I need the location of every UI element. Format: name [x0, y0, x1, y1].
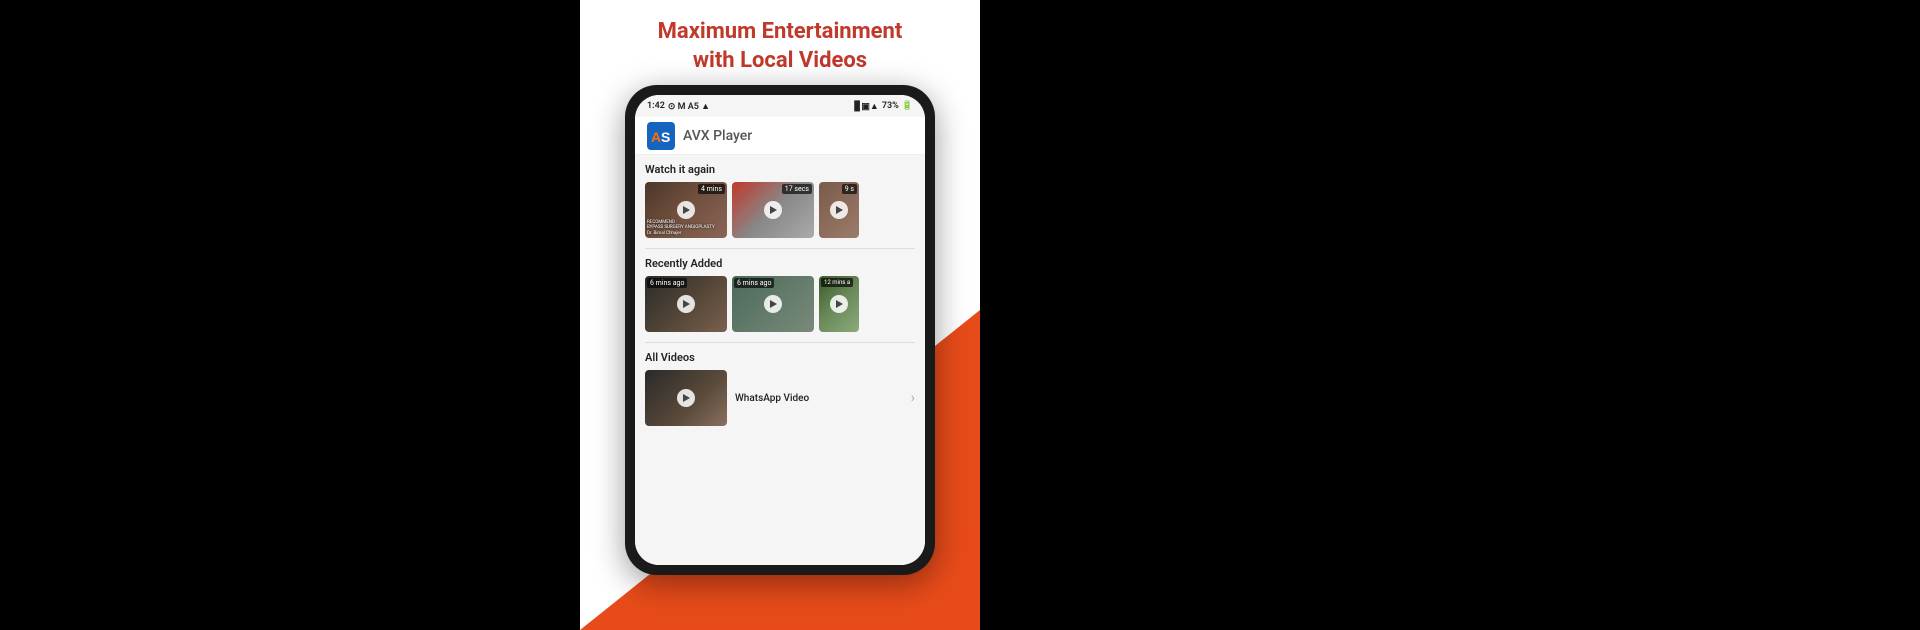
app-logo: A S — [647, 122, 675, 150]
watch-again-video-2[interactable]: 17 secs — [732, 182, 814, 238]
recently-added-row: 6 mins ago 6 mins ago 12 min — [645, 276, 915, 332]
video-arrow-1[interactable]: › — [911, 390, 915, 406]
app-name: AVX Player — [683, 128, 752, 144]
divider-1 — [645, 248, 915, 249]
duration-badge-1: 4 mins — [698, 184, 725, 194]
time-badge-5: 6 mins ago — [734, 278, 774, 288]
center-panel: Maximum Entertainment with Local Videos … — [580, 0, 980, 630]
play-button-6[interactable] — [830, 295, 848, 313]
thumb-text-1: RECOMMEND BYPASS SURGERY ANGIOPLASTY Dr.… — [647, 220, 725, 236]
phone-screen: 1:42 ⊙ M A5 ▲ ▊▣▲ 73% 🔋 A S — [635, 95, 925, 565]
status-left: 1:42 ⊙ M A5 ▲ — [647, 101, 710, 112]
headline-line2: with Local Videos — [658, 47, 903, 76]
all-video-thumb-1[interactable] — [645, 370, 727, 426]
signal-icon: ▊▣▲ — [855, 101, 879, 112]
battery-pct: 73% — [882, 101, 899, 111]
headline: Maximum Entertainment with Local Videos — [638, 0, 923, 85]
status-right: ▊▣▲ 73% 🔋 — [855, 101, 914, 112]
all-videos-row[interactable]: WhatsApp Video › — [645, 370, 915, 426]
play-icon-3 — [836, 206, 843, 214]
all-videos-title: All Videos — [645, 351, 915, 364]
play-button-4[interactable] — [677, 295, 695, 313]
divider-2 — [645, 342, 915, 343]
battery-icon: 🔋 — [902, 101, 913, 111]
play-button-2[interactable] — [764, 201, 782, 219]
play-button-5[interactable] — [764, 295, 782, 313]
time-badge-4: 6 mins ago — [647, 278, 687, 288]
time-badge-6: 12 mins a — [821, 278, 853, 287]
watch-again-video-1[interactable]: RECOMMEND BYPASS SURGERY ANGIOPLASTY Dr.… — [645, 182, 727, 238]
recently-added-title: Recently Added — [645, 257, 915, 270]
play-icon-6 — [836, 300, 843, 308]
left-panel — [0, 0, 580, 630]
play-icon-1 — [683, 206, 690, 214]
app-header: A S AVX Player — [635, 117, 925, 155]
play-icon-2 — [770, 206, 777, 214]
video-info-1: WhatsApp Video — [735, 393, 903, 404]
play-icon-7 — [683, 394, 690, 402]
play-icon-5 — [770, 300, 777, 308]
play-button-7[interactable] — [677, 389, 695, 407]
recently-added-video-1[interactable]: 6 mins ago — [645, 276, 727, 332]
time: 1:42 — [647, 101, 665, 111]
play-icon-4 — [683, 300, 690, 308]
watch-again-video-3[interactable]: 9 s — [819, 182, 859, 238]
avx-logo-svg: A S — [647, 122, 675, 150]
duration-badge-2: 17 secs — [782, 184, 812, 194]
watch-again-row: RECOMMEND BYPASS SURGERY ANGIOPLASTY Dr.… — [645, 182, 915, 238]
play-button-1[interactable] — [677, 201, 695, 219]
right-panel — [980, 0, 1920, 630]
svg-text:A: A — [651, 129, 661, 145]
svg-text:S: S — [661, 129, 670, 145]
watch-again-title: Watch it again — [645, 163, 915, 176]
play-button-3[interactable] — [830, 201, 848, 219]
status-bar: 1:42 ⊙ M A5 ▲ ▊▣▲ 73% 🔋 — [635, 95, 925, 117]
app-content[interactable]: Watch it again RECOMMEND BYPASS SURGERY … — [635, 155, 925, 565]
status-icons: ⊙ M A5 ▲ — [668, 101, 710, 112]
duration-badge-3: 9 s — [842, 184, 857, 194]
recently-added-video-2[interactable]: 6 mins ago — [732, 276, 814, 332]
recently-added-video-3[interactable]: 12 mins a — [819, 276, 859, 332]
video-name-1: WhatsApp Video — [735, 393, 903, 404]
headline-line1: Maximum Entertainment — [658, 18, 903, 47]
phone-mockup: 1:42 ⊙ M A5 ▲ ▊▣▲ 73% 🔋 A S — [625, 85, 935, 575]
